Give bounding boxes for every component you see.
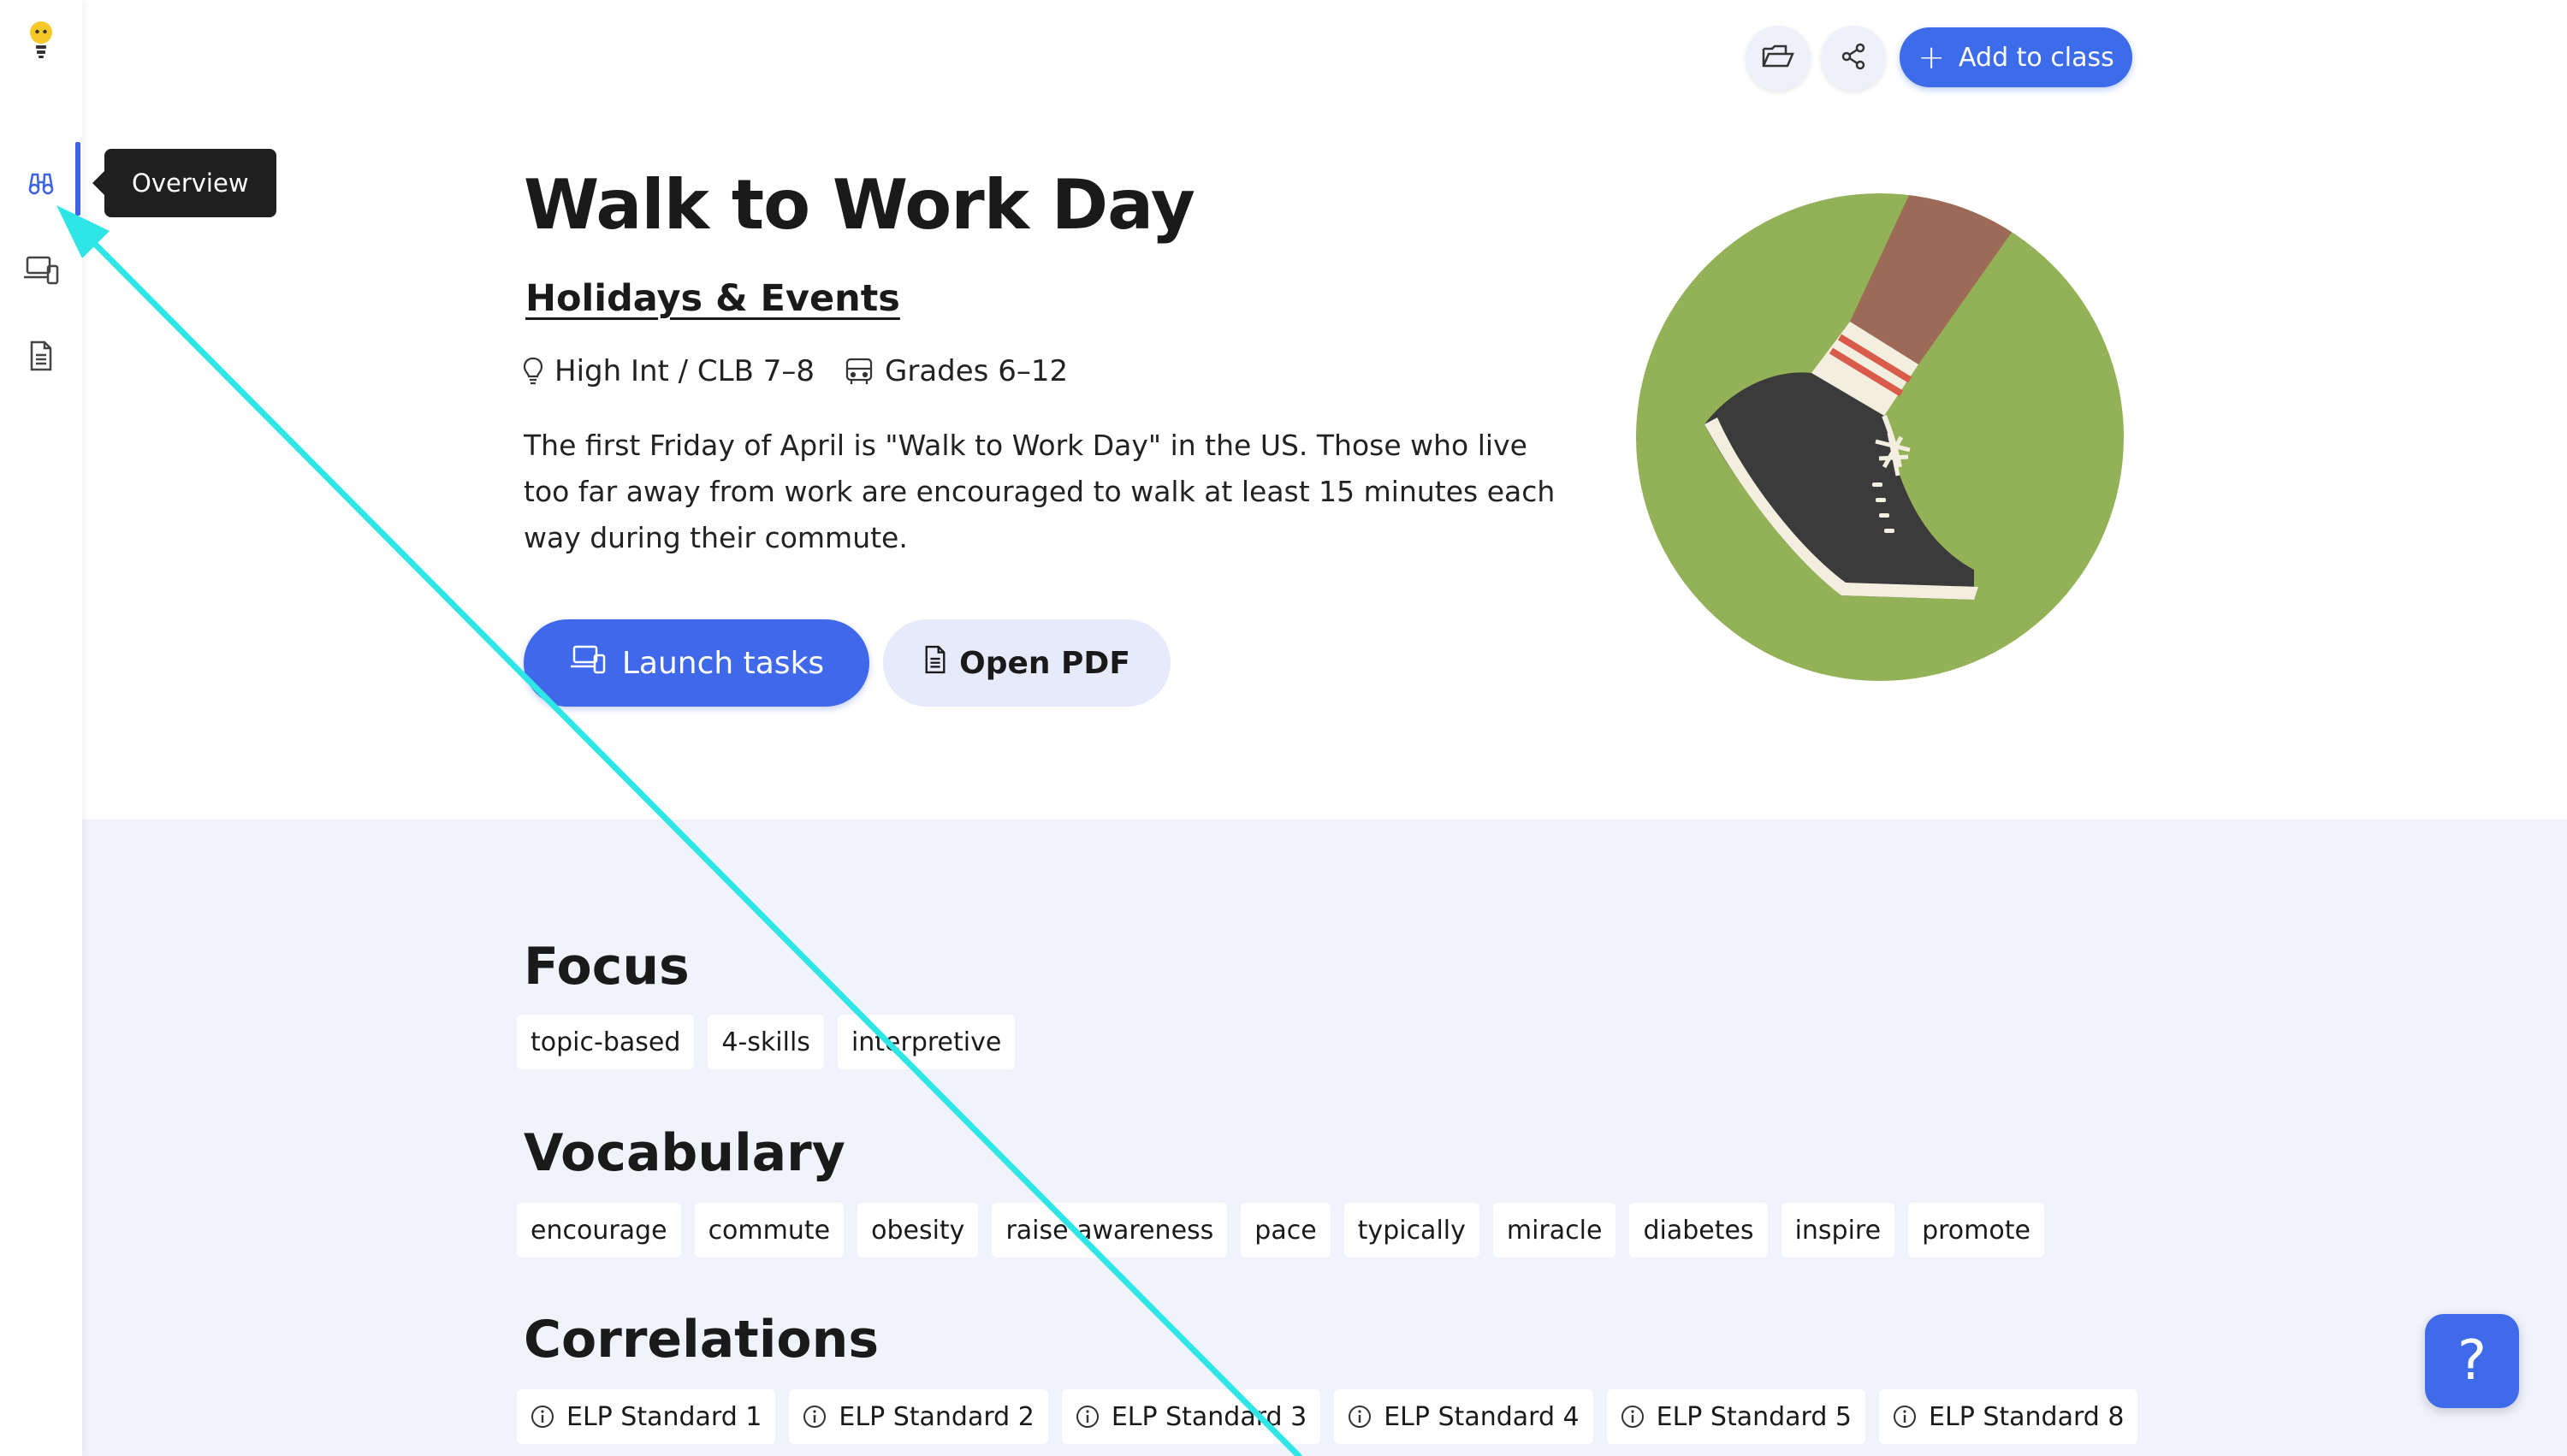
- vocabulary-word: inspire: [1781, 1203, 1895, 1258]
- correlation-label: ELP Standard 5: [1656, 1401, 1853, 1432]
- lightbulb-icon: [522, 356, 544, 387]
- folder-button[interactable]: [1746, 26, 1811, 91]
- add-to-class-button[interactable]: + Add to class: [1900, 27, 2132, 87]
- focus-tags: topic-based 4-skills interpretive: [517, 1015, 1016, 1069]
- add-to-class-label: Add to class: [1959, 42, 2114, 73]
- correlation-item[interactable]: ELP Standard 5: [1606, 1389, 1866, 1444]
- info-icon: [1621, 1405, 1645, 1429]
- correlation-label: ELP Standard 1: [566, 1401, 762, 1432]
- page-title: Walk to Work Day: [524, 165, 1195, 245]
- document-icon: [923, 644, 947, 683]
- lesson-meta: High Int / CLB 7–8 Grades 6–12: [522, 354, 1068, 388]
- info-icon: [1893, 1405, 1917, 1429]
- focus-heading: Focus: [524, 937, 690, 997]
- correlation-label: ELP Standard 4: [1384, 1401, 1580, 1432]
- correlation-label: ELP Standard 2: [839, 1401, 1035, 1432]
- folder-open-icon: [1762, 44, 1794, 73]
- correlation-item[interactable]: ELP Standard 3: [1061, 1389, 1321, 1444]
- info-icon: [531, 1405, 554, 1429]
- school-bus-icon: [844, 357, 874, 386]
- focus-tag: 4-skills: [708, 1015, 824, 1069]
- vocabulary-word: typically: [1343, 1203, 1479, 1258]
- correlation-item[interactable]: ELP Standard 2: [789, 1389, 1048, 1444]
- devices-icon[interactable]: [21, 250, 62, 291]
- correlation-item[interactable]: ELP Standard 8: [1879, 1389, 2138, 1444]
- info-icon: [1076, 1405, 1100, 1429]
- info-icon: [1348, 1405, 1372, 1429]
- launch-tasks-label: Launch tasks: [621, 645, 825, 681]
- correlation-item[interactable]: ELP Standard 1: [517, 1389, 776, 1444]
- lesson-details-panel: [82, 820, 2567, 1456]
- vocabulary-word: raise awareness: [992, 1203, 1228, 1258]
- focus-tag: topic-based: [517, 1015, 695, 1069]
- vocabulary-word: commute: [694, 1203, 845, 1258]
- vocabulary-heading: Vocabulary: [524, 1123, 845, 1183]
- launch-tasks-button[interactable]: Launch tasks: [524, 619, 869, 707]
- correlation-label: ELP Standard 3: [1111, 1401, 1307, 1432]
- vocabulary-word: miracle: [1492, 1203, 1616, 1258]
- tooltip-label: Overview: [132, 169, 249, 198]
- info-icon: [803, 1405, 827, 1429]
- correlations-heading: Correlations: [524, 1310, 880, 1370]
- correlation-tags: ELP Standard 1 ELP Standard 2 ELP Standa…: [517, 1389, 2138, 1444]
- active-indicator: [75, 142, 80, 216]
- share-button[interactable]: [1821, 26, 1886, 91]
- open-pdf-label: Open PDF: [959, 645, 1130, 681]
- help-label: ?: [2457, 1329, 2487, 1393]
- correlation-item[interactable]: ELP Standard 4: [1334, 1389, 1593, 1444]
- vocabulary-word: diabetes: [1629, 1203, 1768, 1258]
- help-button[interactable]: ?: [2425, 1314, 2519, 1408]
- vocabulary-word: promote: [1908, 1203, 2044, 1258]
- plus-icon: +: [1918, 38, 1946, 76]
- walking-shoe-illustration: [1636, 193, 2124, 681]
- vocabulary-tags: encourage commute obesity raise awarenes…: [517, 1203, 2044, 1258]
- correlation-label: ELP Standard 8: [1929, 1401, 2125, 1432]
- category-link[interactable]: Holidays & Events: [525, 277, 900, 320]
- lightbulb-logo-icon[interactable]: [21, 19, 62, 60]
- vocabulary-word: encourage: [517, 1203, 681, 1258]
- vocabulary-word: obesity: [857, 1203, 979, 1258]
- overview-tooltip: Overview: [92, 149, 276, 217]
- devices-icon: [569, 644, 607, 683]
- grades-text: Grades 6–12: [885, 354, 1069, 388]
- vocabulary-word: pace: [1241, 1203, 1331, 1258]
- sidebar: [0, 0, 82, 1456]
- open-pdf-button[interactable]: Open PDF: [883, 619, 1171, 707]
- document-icon[interactable]: [21, 335, 62, 376]
- share-icon: [1840, 43, 1867, 74]
- lesson-description: The first Friday of April is "Walk to Wo…: [524, 429, 1556, 554]
- level-text: High Int / CLB 7–8: [554, 354, 815, 388]
- binoculars-icon[interactable]: [21, 163, 62, 204]
- focus-tag: interpretive: [837, 1015, 1016, 1069]
